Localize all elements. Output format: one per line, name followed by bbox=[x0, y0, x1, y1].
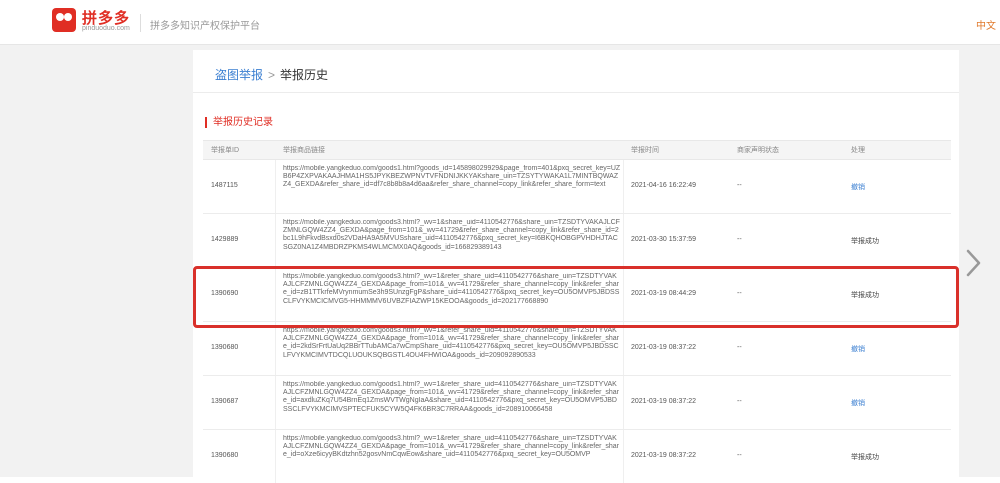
product-link[interactable]: https://mobile.yangkeduo.com/goods3.html… bbox=[283, 435, 621, 479]
breadcrumb-separator: > bbox=[268, 68, 276, 82]
column-separator bbox=[275, 376, 276, 429]
column-separator bbox=[623, 430, 624, 483]
report-id: 1429889 bbox=[211, 236, 239, 243]
report-id: 1390690 bbox=[211, 290, 239, 297]
column-separator bbox=[623, 376, 624, 429]
column-header-status: 商家声明状态 bbox=[737, 147, 779, 154]
logo-domain: pinduoduo.com bbox=[82, 25, 130, 32]
top-header: 拼多多 pinduoduo.com 拼多多知识产权保护平台 中文 bbox=[0, 0, 1000, 45]
report-result: 举报成功 bbox=[851, 238, 879, 245]
report-id: 1390687 bbox=[211, 398, 239, 405]
section-title: 举报历史记录 bbox=[205, 117, 273, 128]
pinduoduo-logo-icon[interactable] bbox=[52, 8, 76, 32]
column-separator bbox=[275, 214, 276, 267]
report-time: 2021-03-19 08:44:29 bbox=[631, 290, 696, 297]
column-header-id: 举报单ID bbox=[211, 147, 239, 154]
table-row: 1390690 https://mobile.yangkeduo.com/goo… bbox=[203, 268, 951, 322]
report-id: 1390680 bbox=[211, 344, 239, 351]
column-separator bbox=[623, 214, 624, 267]
column-separator bbox=[275, 430, 276, 483]
table-row: 1390680 https://mobile.yangkeduo.com/goo… bbox=[203, 430, 951, 483]
table-row: 1487115 https://mobile.yangkeduo.com/goo… bbox=[203, 160, 951, 214]
chevron-right-icon[interactable] bbox=[962, 248, 984, 278]
report-id: 1390680 bbox=[211, 452, 239, 459]
breadcrumb: 盗图举报 > 举报历史 bbox=[215, 66, 328, 83]
product-link[interactable]: https://mobile.yangkeduo.com/goods3.html… bbox=[283, 327, 621, 371]
report-time: 2021-04-16 16:22:49 bbox=[631, 182, 696, 189]
table-row: 1390687 https://mobile.yangkeduo.com/goo… bbox=[203, 376, 951, 430]
merchant-status: -- bbox=[737, 452, 742, 459]
report-time: 2021-03-19 08:37:22 bbox=[631, 344, 696, 351]
merchant-status: -- bbox=[737, 236, 742, 243]
breadcrumb-parent[interactable]: 盗图举报 bbox=[215, 68, 263, 82]
column-header-action: 处理 bbox=[851, 147, 865, 154]
table-header: 举报单ID 举报商品链接 举报时间 商家声明状态 处理 bbox=[203, 140, 951, 160]
merchant-status: -- bbox=[737, 398, 742, 405]
withdraw-button[interactable]: 撤销 bbox=[851, 344, 865, 354]
withdraw-button[interactable]: 撤销 bbox=[851, 398, 865, 408]
header-divider bbox=[140, 14, 141, 32]
column-header-link: 举报商品链接 bbox=[283, 147, 325, 154]
merchant-status: -- bbox=[737, 290, 742, 297]
merchant-status: -- bbox=[737, 344, 742, 351]
language-switch[interactable]: 中文 bbox=[976, 17, 996, 32]
platform-name: 拼多多知识产权保护平台 bbox=[150, 21, 260, 32]
product-link[interactable]: https://mobile.yangkeduo.com/goods1.html… bbox=[283, 381, 621, 425]
breadcrumb-current: 举报历史 bbox=[280, 68, 329, 82]
report-result: 举报成功 bbox=[851, 292, 879, 299]
column-separator bbox=[623, 160, 624, 213]
column-separator bbox=[623, 322, 624, 375]
withdraw-button[interactable]: 撤销 bbox=[851, 182, 865, 192]
report-id: 1487115 bbox=[211, 182, 238, 189]
column-separator bbox=[275, 268, 276, 321]
product-link[interactable]: https://mobile.yangkeduo.com/goods3.html… bbox=[283, 219, 621, 263]
column-header-time: 举报时间 bbox=[631, 147, 659, 154]
report-history-table: 举报单ID 举报商品链接 举报时间 商家声明状态 处理 1487115 http… bbox=[203, 140, 951, 483]
table-row: 1429889 https://mobile.yangkeduo.com/goo… bbox=[203, 214, 951, 268]
report-time: 2021-03-19 08:37:22 bbox=[631, 398, 696, 405]
report-result: 举报成功 bbox=[851, 454, 879, 461]
column-separator bbox=[275, 160, 276, 213]
column-separator bbox=[275, 322, 276, 375]
report-time: 2021-03-19 08:37:22 bbox=[631, 452, 696, 459]
card-divider bbox=[193, 92, 959, 93]
merchant-status: -- bbox=[737, 182, 742, 189]
product-link[interactable]: https://mobile.yangkeduo.com/goods3.html… bbox=[283, 273, 621, 317]
product-link[interactable]: https://mobile.yangkeduo.com/goods1.html… bbox=[283, 165, 621, 209]
table-row: 1390680 https://mobile.yangkeduo.com/goo… bbox=[203, 322, 951, 376]
column-separator bbox=[623, 268, 624, 321]
report-time: 2021-03-30 15:37:59 bbox=[631, 236, 696, 243]
content-card: 盗图举报 > 举报历史 举报历史记录 举报单ID 举报商品链接 举报时间 商家声明状… bbox=[193, 50, 959, 483]
